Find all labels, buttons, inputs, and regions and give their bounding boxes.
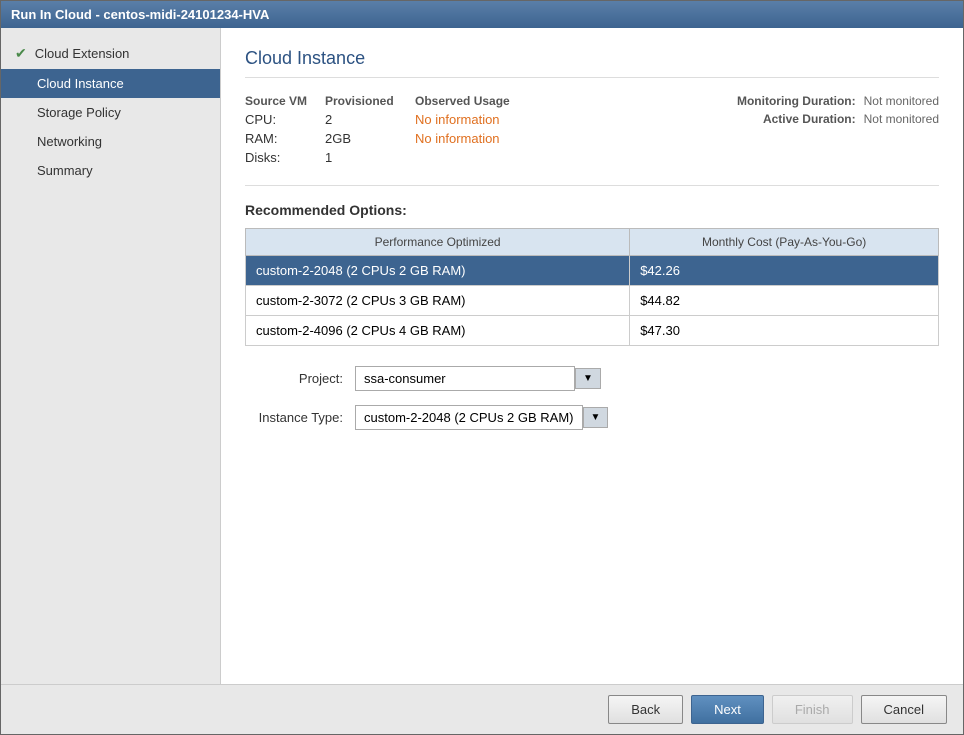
col-header-cost: Monthly Cost (Pay-As-You-Go) (630, 229, 939, 256)
instance-type-label: Instance Type: (245, 410, 355, 425)
sidebar-item-networking[interactable]: Networking (1, 127, 220, 156)
project-control: ssa-consumer ▼ (355, 366, 601, 391)
next-button[interactable]: Next (691, 695, 764, 724)
table-row[interactable]: custom-2-2048 (2 CPUs 2 GB RAM) $42.26 (246, 256, 939, 286)
project-dropdown-arrow[interactable]: ▼ (575, 368, 601, 389)
cpu-value: 2 (325, 112, 415, 127)
sidebar-item-cloud-instance[interactable]: Cloud Instance (1, 69, 220, 98)
sidebar: ✔ Cloud Extension Cloud Instance Storage… (1, 28, 221, 684)
instance-type-control: custom-2-2048 (2 CPUs 2 GB RAM) ▼ (355, 405, 608, 430)
divider (245, 185, 939, 186)
option-cost: $42.26 (630, 256, 939, 286)
info-grid: Source VM Provisioned Observed Usage CPU… (245, 94, 939, 169)
ram-row: RAM: 2GB No information (245, 131, 639, 146)
project-label: Project: (245, 371, 355, 386)
info-headers-row: Source VM Provisioned Observed Usage (245, 94, 639, 108)
monitoring-duration-row: Monitoring Duration: Not monitored (639, 94, 939, 108)
sidebar-item-cloud-extension[interactable]: ✔ Cloud Extension (1, 38, 220, 69)
info-left: Source VM Provisioned Observed Usage CPU… (245, 94, 639, 169)
ram-observed: No information (415, 131, 500, 146)
sidebar-item-storage-policy[interactable]: Storage Policy (1, 98, 220, 127)
footer: Back Next Finish Cancel (1, 684, 963, 734)
active-duration-row: Active Duration: Not monitored (639, 112, 939, 126)
recommended-title: Recommended Options: (245, 202, 939, 218)
info-right: Monitoring Duration: Not monitored Activ… (639, 94, 939, 169)
page-title: Cloud Instance (245, 48, 939, 78)
col-header-performance: Performance Optimized (246, 229, 630, 256)
ram-value: 2GB (325, 131, 415, 146)
check-icon: ✔ (15, 45, 27, 62)
dialog-title: Run In Cloud - centos-midi-24101234-HVA (11, 7, 269, 22)
form-section: Project: ssa-consumer ▼ Instance Type: (245, 366, 939, 430)
option-cost: $47.30 (630, 316, 939, 346)
table-row[interactable]: custom-2-4096 (2 CPUs 4 GB RAM) $47.30 (246, 316, 939, 346)
sidebar-item-label: Cloud Extension (35, 46, 130, 61)
table-row[interactable]: custom-2-3072 (2 CPUs 3 GB RAM) $44.82 (246, 286, 939, 316)
cancel-button[interactable]: Cancel (861, 695, 947, 724)
disks-label: Disks: (245, 150, 325, 165)
cpu-observed: No information (415, 112, 500, 127)
sidebar-item-label: Storage Policy (37, 105, 121, 120)
provisioned-header: Provisioned (325, 94, 415, 108)
option-name: custom-2-2048 (2 CPUs 2 GB RAM) (246, 256, 630, 286)
monitoring-duration-value: Not monitored (864, 94, 939, 108)
instance-type-select[interactable]: custom-2-2048 (2 CPUs 2 GB RAM) (355, 405, 583, 430)
project-select-value: ssa-consumer (364, 371, 446, 386)
option-name: custom-2-3072 (2 CPUs 3 GB RAM) (246, 286, 630, 316)
observed-header: Observed Usage (415, 94, 510, 108)
main-content: Cloud Instance Source VM Provisioned Obs… (221, 28, 963, 684)
disks-row: Disks: 1 (245, 150, 639, 165)
option-name: custom-2-4096 (2 CPUs 4 GB RAM) (246, 316, 630, 346)
sidebar-item-label: Networking (37, 134, 102, 149)
sidebar-item-label: Summary (37, 163, 93, 178)
sidebar-item-label: Cloud Instance (37, 76, 124, 91)
finish-button: Finish (772, 695, 853, 724)
instance-type-row: Instance Type: custom-2-2048 (2 CPUs 2 G… (245, 405, 939, 430)
source-vm-header: Source VM (245, 94, 325, 108)
disks-value: 1 (325, 150, 415, 165)
instance-type-value: custom-2-2048 (2 CPUs 2 GB RAM) (364, 410, 574, 425)
dropdown-arrow-icon: ▼ (583, 373, 593, 384)
dialog-body: ✔ Cloud Extension Cloud Instance Storage… (1, 28, 963, 684)
active-duration-value: Not monitored (864, 112, 939, 126)
ram-label: RAM: (245, 131, 325, 146)
dialog: Run In Cloud - centos-midi-24101234-HVA … (0, 0, 964, 735)
sidebar-item-summary[interactable]: Summary (1, 156, 220, 185)
title-bar: Run In Cloud - centos-midi-24101234-HVA (1, 1, 963, 28)
project-select[interactable]: ssa-consumer (355, 366, 575, 391)
options-table: Performance Optimized Monthly Cost (Pay-… (245, 228, 939, 346)
project-row: Project: ssa-consumer ▼ (245, 366, 939, 391)
cpu-row: CPU: 2 No information (245, 112, 639, 127)
option-cost: $44.82 (630, 286, 939, 316)
dropdown-arrow-icon2: ▼ (591, 412, 601, 423)
back-button[interactable]: Back (608, 695, 683, 724)
cpu-label: CPU: (245, 112, 325, 127)
monitoring-duration-label: Monitoring Duration: (737, 94, 856, 108)
active-duration-label: Active Duration: (763, 112, 856, 126)
instance-type-dropdown-arrow[interactable]: ▼ (583, 407, 609, 428)
